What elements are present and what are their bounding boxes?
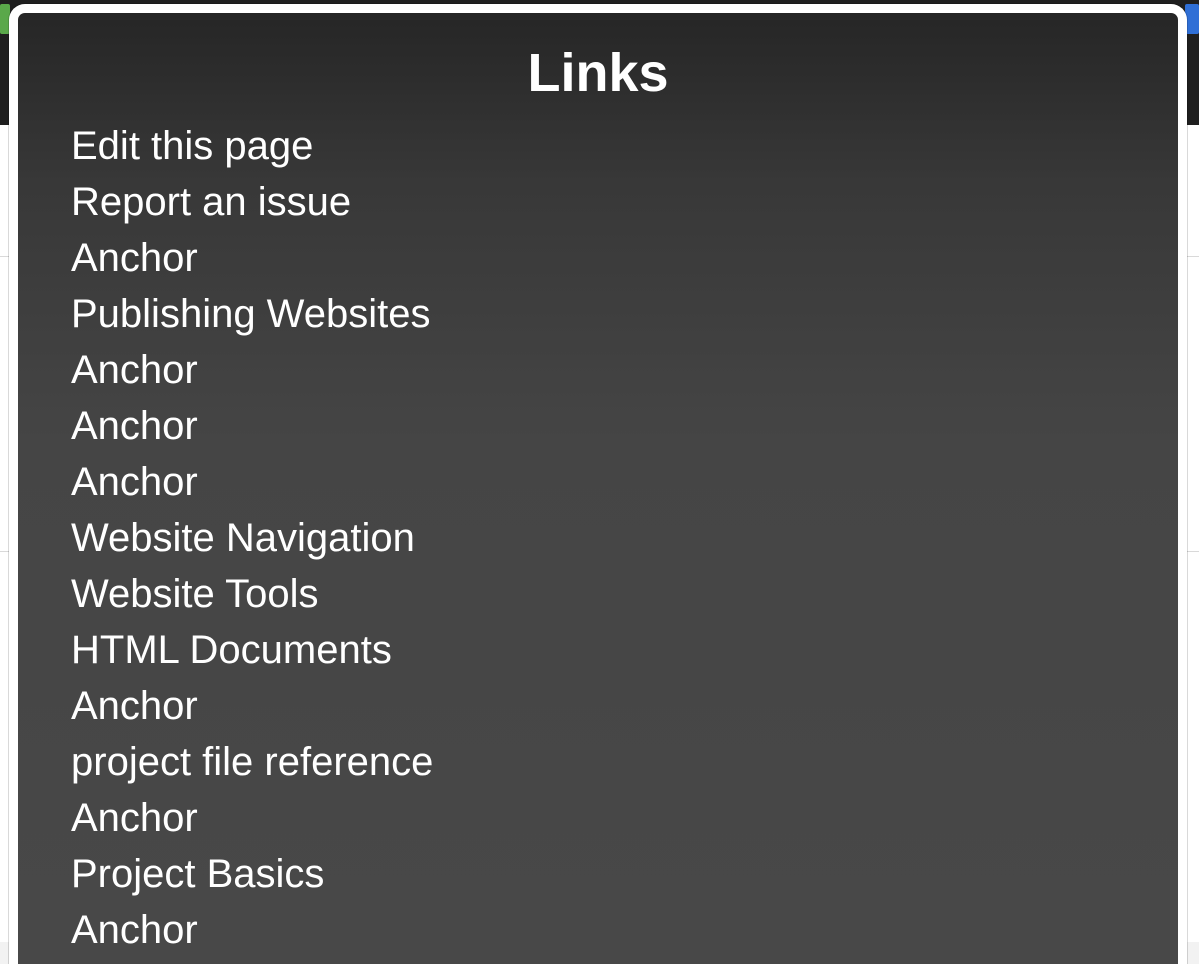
link-item-project-file-reference[interactable]: project file reference (71, 734, 433, 790)
link-item-anchor[interactable]: Anchor (71, 398, 433, 454)
link-item-report-an-issue[interactable]: Report an issue (71, 174, 433, 230)
link-item-anchor[interactable]: Anchor (71, 902, 433, 958)
link-item-html-documents[interactable]: HTML Documents (71, 622, 433, 678)
link-item-publishing-websites[interactable]: Publishing Websites (71, 286, 433, 342)
link-item-website-navigation[interactable]: Website Navigation (71, 510, 433, 566)
links-list: Edit this page Report an issue Anchor Pu… (71, 118, 433, 958)
links-panel: Links Edit this page Report an issue Anc… (9, 4, 1187, 964)
link-item-edit-this-page[interactable]: Edit this page (71, 118, 433, 174)
link-item-anchor[interactable]: Anchor (71, 342, 433, 398)
links-panel-title: Links (527, 43, 669, 103)
link-item-website-tools[interactable]: Website Tools (71, 566, 433, 622)
link-item-anchor[interactable]: Anchor (71, 230, 433, 286)
link-item-project-basics[interactable]: Project Basics (71, 846, 433, 902)
link-item-anchor[interactable]: Anchor (71, 790, 433, 846)
link-item-anchor[interactable]: Anchor (71, 454, 433, 510)
link-item-anchor[interactable]: Anchor (71, 678, 433, 734)
